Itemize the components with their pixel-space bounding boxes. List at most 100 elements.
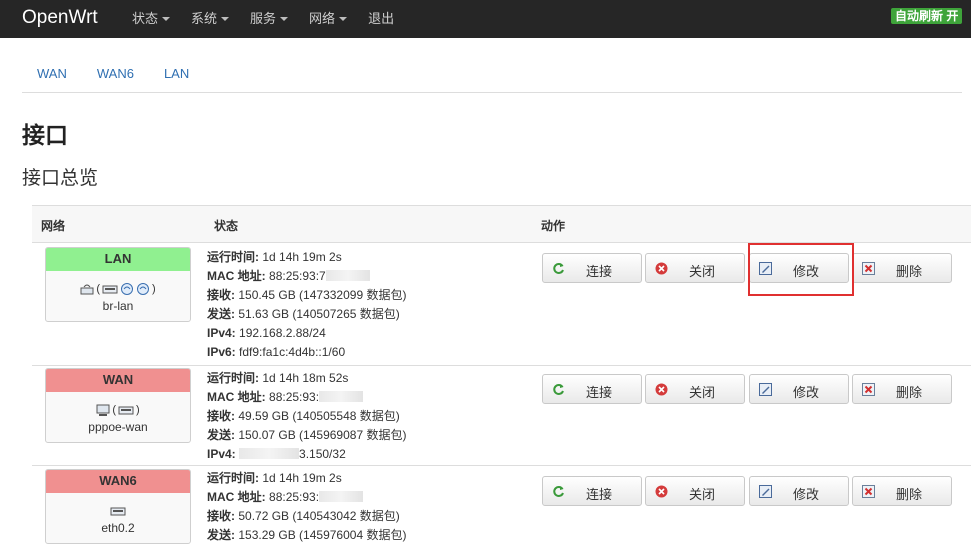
ipv6-label: IPv6: bbox=[207, 345, 236, 359]
redacted-mask bbox=[239, 448, 300, 459]
edit-label: 修改 bbox=[792, 487, 819, 502]
chevron-down-icon bbox=[162, 17, 171, 21]
device-icons bbox=[46, 501, 190, 521]
header-status: 状态 bbox=[214, 219, 239, 233]
table-header: 网络 状态 动作 bbox=[32, 206, 971, 243]
stop-label: 关闭 bbox=[688, 487, 715, 502]
tab-lan[interactable]: LAN bbox=[164, 66, 189, 81]
table-row: WAN6 eth0.2 运行时间: 1d 14h 19m 2s MAC 地址: … bbox=[32, 466, 971, 554]
tabs-divider bbox=[22, 92, 962, 93]
mac-value: 88:25:93: bbox=[269, 390, 320, 404]
tx-value: 153.29 GB (145976004 数据包) bbox=[238, 528, 407, 542]
menu-network-label: 网络 bbox=[309, 11, 336, 26]
uptime-value: 1d 14h 19m 2s bbox=[262, 471, 342, 485]
menu-services[interactable]: 服务 bbox=[250, 0, 289, 38]
chevron-down-icon bbox=[280, 17, 289, 21]
icon-paren: ( bbox=[112, 404, 116, 416]
stop-button[interactable]: 关闭 bbox=[645, 374, 745, 404]
edit-button[interactable]: 修改 bbox=[749, 476, 849, 506]
device-name: eth0.2 bbox=[101, 521, 135, 535]
interface-status: 运行时间: 1d 14h 19m 2s MAC 地址: 88:25:93: 接收… bbox=[207, 469, 406, 545]
menu-status[interactable]: 状态 bbox=[132, 0, 171, 38]
delete-button[interactable]: 删除 bbox=[852, 374, 952, 404]
mac-value: 88:25:93:7 bbox=[269, 269, 326, 283]
tx-label: 发送: bbox=[207, 307, 235, 321]
redacted-mask bbox=[319, 391, 364, 402]
menu-system-label: 系统 bbox=[191, 11, 218, 26]
delete-button[interactable]: 删除 bbox=[852, 253, 952, 283]
menu-status-label: 状态 bbox=[132, 11, 159, 26]
menu-network[interactable]: 网络 bbox=[309, 0, 348, 38]
tx-label: 发送: bbox=[207, 428, 235, 442]
interface-tabs: WAN WAN6 LAN bbox=[22, 66, 204, 81]
edit-button[interactable]: 修改 bbox=[749, 374, 849, 404]
tab-wan[interactable]: WAN bbox=[37, 66, 67, 81]
icon-paren: ) bbox=[152, 283, 156, 295]
tx-label: 发送: bbox=[207, 528, 235, 542]
ethernet-port-icon bbox=[110, 507, 126, 516]
ipv4-value: 192.168.2.88/24 bbox=[239, 326, 326, 340]
rx-label: 接收: bbox=[207, 409, 235, 423]
uptime-value: 1d 14h 19m 2s bbox=[262, 250, 342, 264]
uptime-label: 运行时间: bbox=[207, 250, 259, 264]
delete-button[interactable]: 删除 bbox=[852, 476, 952, 506]
delete-label: 删除 bbox=[895, 264, 922, 279]
interface-status: 运行时间: 1d 14h 18m 52s MAC 地址: 88:25:93: 接… bbox=[207, 369, 406, 464]
tx-value: 150.07 GB (145969087 数据包) bbox=[238, 428, 407, 442]
uptime-label: 运行时间: bbox=[207, 471, 259, 485]
device-name: br-lan bbox=[102, 299, 134, 313]
delete-label: 删除 bbox=[895, 487, 922, 502]
mac-label: MAC 地址: bbox=[207, 269, 266, 283]
device-icons: ( ) bbox=[46, 279, 190, 299]
edit-label: 修改 bbox=[792, 385, 819, 400]
menu-logout[interactable]: 退出 bbox=[368, 0, 394, 38]
brand-logo[interactable]: OpenWrt bbox=[22, 7, 98, 29]
delete-label: 删除 bbox=[895, 385, 922, 400]
ipv6-value: fdf9:fa1c:4d4b::1/60 bbox=[239, 345, 346, 359]
redacted-mask bbox=[319, 491, 364, 502]
wireless-icon bbox=[137, 283, 149, 295]
rx-value: 150.45 GB (147332099 数据包) bbox=[238, 288, 407, 302]
stop-label: 关闭 bbox=[688, 264, 715, 279]
interface-name: LAN bbox=[46, 248, 190, 271]
connect-label: 连接 bbox=[585, 385, 612, 400]
rx-value: 49.59 GB (140505548 数据包) bbox=[238, 409, 400, 423]
wireless-icon bbox=[121, 283, 133, 295]
ethernet-port-icon bbox=[118, 406, 134, 415]
top-navbar: OpenWrt 状态 系统 服务 网络 退出 自动刷新 开 bbox=[0, 0, 971, 38]
interface-name: WAN bbox=[46, 369, 190, 392]
stop-button[interactable]: 关闭 bbox=[645, 253, 745, 283]
mac-label: MAC 地址: bbox=[207, 390, 266, 404]
header-network: 网络 bbox=[41, 219, 66, 233]
interface-badge-wan6[interactable]: WAN6 eth0.2 bbox=[45, 469, 191, 544]
section-title: 接口总览 bbox=[22, 168, 99, 189]
menu-services-label: 服务 bbox=[250, 11, 277, 26]
chevron-down-icon bbox=[221, 17, 230, 21]
chevron-down-icon bbox=[339, 17, 348, 21]
mac-value: 88:25:93: bbox=[269, 490, 320, 504]
ipv4-label: IPv4: bbox=[207, 326, 236, 340]
icon-paren: ( bbox=[96, 283, 100, 295]
redacted-mask bbox=[325, 270, 370, 281]
tunnel-device-icon bbox=[96, 404, 110, 416]
menu-logout-label: 退出 bbox=[368, 11, 395, 26]
connect-button[interactable]: 连接 bbox=[542, 253, 642, 283]
device-icons: ( ) bbox=[46, 400, 190, 420]
highlight-box bbox=[748, 243, 854, 296]
stop-button[interactable]: 关闭 bbox=[645, 476, 745, 506]
interface-name: WAN6 bbox=[46, 470, 190, 493]
auto-refresh-toggle[interactable]: 自动刷新 开 bbox=[891, 8, 963, 24]
main-menu: 状态 系统 服务 网络 退出 bbox=[132, 0, 415, 38]
ipv4-label: IPv4: bbox=[207, 447, 236, 461]
interface-badge-lan[interactable]: LAN ( ) br-lan bbox=[45, 247, 191, 322]
ipv4-value: 3.150/32 bbox=[299, 447, 346, 461]
rx-value: 50.72 GB (140543042 数据包) bbox=[238, 509, 400, 523]
tx-value: 51.63 GB (140507265 数据包) bbox=[238, 307, 400, 321]
tab-wan6[interactable]: WAN6 bbox=[97, 66, 134, 81]
connect-button[interactable]: 连接 bbox=[542, 374, 642, 404]
connect-label: 连接 bbox=[585, 264, 612, 279]
connect-button[interactable]: 连接 bbox=[542, 476, 642, 506]
menu-system[interactable]: 系统 bbox=[191, 0, 230, 38]
interface-badge-wan[interactable]: WAN ( ) pppoe-wan bbox=[45, 368, 191, 443]
wifi-device-icon bbox=[80, 284, 94, 295]
